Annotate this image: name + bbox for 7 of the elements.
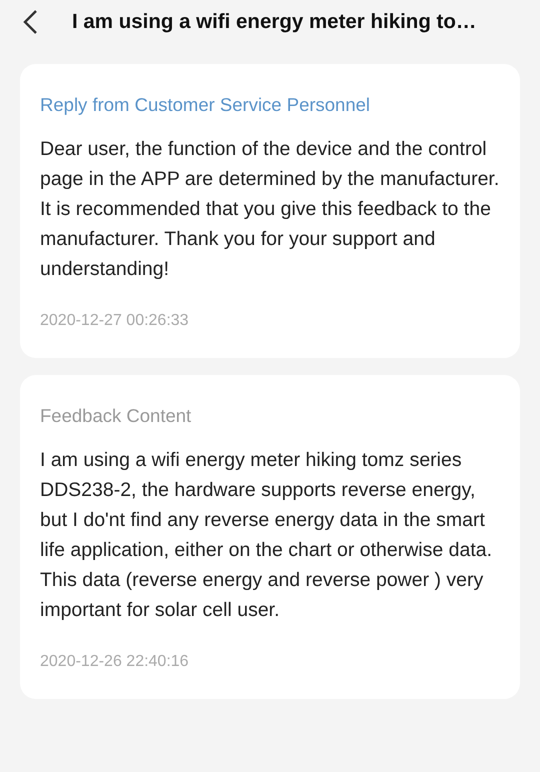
message-text: Dear user, the function of the device and the control page in the APP are determined by the manufacturer. It is recommended that you give this feedback to the manufacturer. Thank you for your support and understanding!: [40, 137, 500, 282]
timestamp: 2020-12-27 00:26:33: [40, 312, 190, 330]
page-title: I am using a wifi energy meter hiking to…: [72, 10, 476, 34]
message-text: I am using a wifi energy meter hiking tomz series DDS238-2, the hardware supports reverse energy, but I do'nt find any reverse energy data in the smart life application, either on the chart or otherwise data. This data (reverse energy and reverse power ) very important for solar cell user.: [40, 448, 494, 623]
timestamp: 2020-12-26 22:40:16: [40, 653, 190, 671]
card-label: Reply from Customer Service Personnel: [40, 94, 372, 116]
card-label: Feedback Content: [40, 405, 192, 427]
